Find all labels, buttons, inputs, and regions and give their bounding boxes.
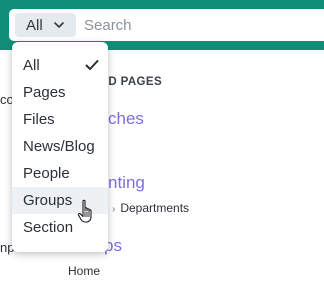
dropdown-item-people[interactable]: People [12, 160, 108, 187]
dropdown-item-label: All [23, 57, 40, 74]
dropdown-item-label: Section [23, 219, 74, 236]
dropdown-item-pages[interactable]: Pages [12, 79, 108, 106]
dropdown-item-files[interactable]: Files [12, 106, 108, 133]
dropdown-item-label: Groups [23, 192, 73, 209]
search-box: All [9, 9, 324, 41]
dropdown-item-label: People [23, 165, 70, 182]
dropdown-item-news-blog[interactable]: News/Blog [12, 133, 108, 160]
dropdown-item-label: Pages [23, 84, 66, 101]
dropdown-item-label: News/Blog [23, 138, 95, 155]
breadcrumb: › Departments [107, 201, 189, 215]
breadcrumb-item: Departments [120, 201, 190, 215]
breadcrumb-item: Home [68, 264, 101, 278]
dropdown-item-label: Files [23, 111, 55, 128]
search-scope-select[interactable]: All [15, 13, 76, 37]
breadcrumb-separator-icon: › [112, 204, 116, 215]
recent-page-link[interactable]: nting [108, 173, 145, 193]
search-input[interactable] [84, 13, 314, 37]
breadcrumb: Home [68, 264, 100, 278]
hand-pointer-cursor-icon [77, 199, 92, 223]
search-scope-value: All [26, 16, 43, 34]
recent-page-link[interactable]: ches [108, 109, 144, 129]
dropdown-item-all[interactable]: All [12, 52, 108, 79]
checkmark-icon [85, 60, 99, 70]
chevron-down-icon [53, 22, 64, 28]
